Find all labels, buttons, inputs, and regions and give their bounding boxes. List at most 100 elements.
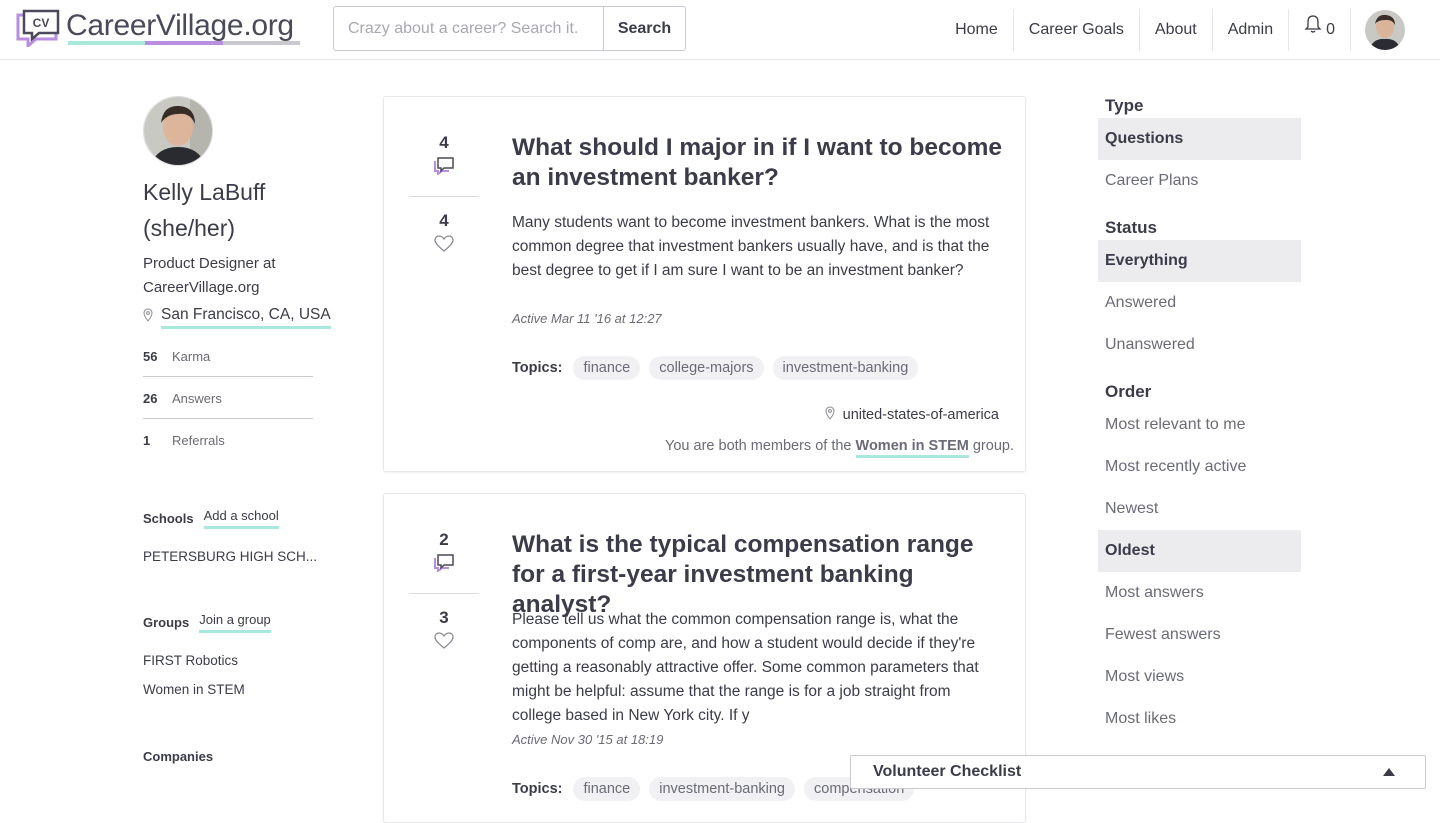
filter-order-most-recently-active[interactable]: Most recently active [1098,446,1301,488]
notifications-button[interactable]: 0 [1289,9,1351,51]
filter-type-questions[interactable]: Questions [1098,118,1301,160]
filter-order-heading: Order [1105,382,1152,401]
answer-count: 4 [439,133,449,152]
main-nav: Home Career Goals About Admin 0 [940,0,1440,60]
location-pin-icon [825,406,835,424]
companies-header: Companies [143,749,343,764]
search-button[interactable]: Search [603,6,686,51]
filter-status-unanswered[interactable]: Unanswered [1098,324,1301,366]
filter-order-most-relevant[interactable]: Most relevant to me [1098,404,1301,446]
shared-group-note: You are both members of the Women in STE… [665,438,1014,458]
stat-karma[interactable]: 56 Karma [143,335,313,377]
profile-avatar [143,96,213,166]
shared-group-suffix: group. [968,438,1014,454]
logo-mark-text: CV [33,16,50,30]
shared-group-prefix: You are both members of the [665,438,856,454]
nav-career-goals[interactable]: Career Goals [1014,9,1140,51]
profile-title-line2: CareerVillage.org [143,279,260,296]
topics-label: Topics: [512,360,563,376]
question-card: 4 4 What should I major in if I want to … [383,96,1026,472]
question-topics: Topics: finance college-majors investmen… [512,356,919,380]
question-title[interactable]: What is the typical compensation range f… [512,530,1007,620]
filter-type-career-plans[interactable]: Career Plans [1098,160,1301,202]
profile-pronouns: (she/her) [143,215,236,241]
stat-label: Karma [172,349,211,364]
topic-tag-investment-banking[interactable]: investment-banking [649,777,795,801]
question-location: united-states-of-america [825,406,999,424]
question-stats: 2 3 [409,530,479,655]
heart-icon[interactable] [409,235,479,258]
question-location-text[interactable]: united-states-of-america [843,407,999,423]
question-body: Please tell us what the common compensat… [512,611,979,724]
question-body: Many students want to become investment … [512,214,990,279]
volunteer-checklist-toggle[interactable]: Volunteer Checklist [850,755,1426,789]
nav-about[interactable]: About [1140,9,1213,51]
profile-sidebar: Kelly LaBuff (she/her) Product Designer … [143,96,343,764]
companies-label: Companies [143,749,214,764]
filter-order-most-views[interactable]: Most views [1098,656,1301,698]
filter-status-answered[interactable]: Answered [1098,282,1301,324]
answer-count: 2 [439,530,449,549]
bell-icon [1304,9,1322,51]
logo-underline [68,41,300,45]
like-count: 4 [439,211,449,230]
join-group-link[interactable]: Join a group [199,612,271,633]
answers-bubble-icon[interactable] [409,554,479,577]
topic-tag-college-majors[interactable]: college-majors [649,356,764,380]
logo-speech-bubble-icon: CV [14,9,60,50]
search-input[interactable] [333,6,603,51]
filter-order-oldest[interactable]: Oldest [1098,530,1301,572]
profile-location: San Francisco, CA, USA [143,306,343,329]
filter-sidebar: Type Questions Career Plans Status Every… [1098,94,1301,740]
answers-bubble-icon[interactable] [409,157,479,180]
like-count: 3 [439,608,449,627]
profile-title-line1: Product Designer at [143,255,276,272]
stat-label: Referrals [172,433,225,448]
topics-label: Topics: [512,781,563,797]
stat-referrals[interactable]: 1 Referrals [143,419,313,460]
stat-number: 1 [143,433,151,448]
search-bar: Search [333,6,686,51]
profile-name: Kelly LaBuff [143,179,266,205]
topic-tag-finance[interactable]: finance [573,356,641,380]
question-active-time: Active Mar 11 '16 at 12:27 [512,311,662,326]
stat-number: 26 [143,391,158,406]
avatar-image [1365,10,1405,50]
filter-order-fewest-answers[interactable]: Fewest answers [1098,614,1301,656]
filter-status-heading: Status [1105,218,1157,237]
question-title[interactable]: What should I major in if I want to beco… [512,133,1007,193]
notifications-count: 0 [1326,21,1335,38]
add-school-link[interactable]: Add a school [203,508,279,529]
filter-type-heading: Type [1105,96,1144,115]
volunteer-checklist-title: Volunteer Checklist [873,763,1022,780]
stats-divider [409,593,479,594]
filter-order-newest[interactable]: Newest [1098,488,1301,530]
stats-divider [409,196,479,197]
groups-label: Groups [143,615,190,630]
schools-label: Schools [143,511,194,526]
filter-order-most-answers[interactable]: Most answers [1098,572,1301,614]
logo-text: CareerVillage.org [66,9,294,42]
stat-label: Answers [172,391,222,406]
school-item[interactable]: PETERSBURG HIGH SCH... [143,549,343,564]
schools-header: Schools Add a school [143,508,343,529]
topic-tag-investment-banking[interactable]: investment-banking [772,356,919,380]
caret-up-icon [1383,768,1395,776]
location-pin-icon [143,308,153,327]
nav-admin[interactable]: Admin [1213,9,1290,51]
stat-number: 56 [143,349,158,364]
user-avatar-button[interactable] [1365,10,1405,50]
filter-order-most-likes[interactable]: Most likes [1098,698,1301,740]
filter-status-everything[interactable]: Everything [1098,240,1301,282]
shared-group-link[interactable]: Women in STEM [855,438,969,458]
stat-answers[interactable]: 26 Answers [143,377,313,419]
group-item-first-robotics[interactable]: FIRST Robotics [143,653,343,668]
heart-icon[interactable] [409,632,479,655]
group-item-women-in-stem[interactable]: Women in STEM [143,682,343,697]
nav-home[interactable]: Home [940,9,1014,51]
topic-tag-finance[interactable]: finance [573,777,641,801]
groups-header: Groups Join a group [143,612,343,633]
profile-location-link[interactable]: San Francisco, CA, USA [161,306,331,329]
question-stats: 4 4 [409,133,479,258]
top-header: CV CareerVillage.org Search Home Career … [0,0,1440,60]
